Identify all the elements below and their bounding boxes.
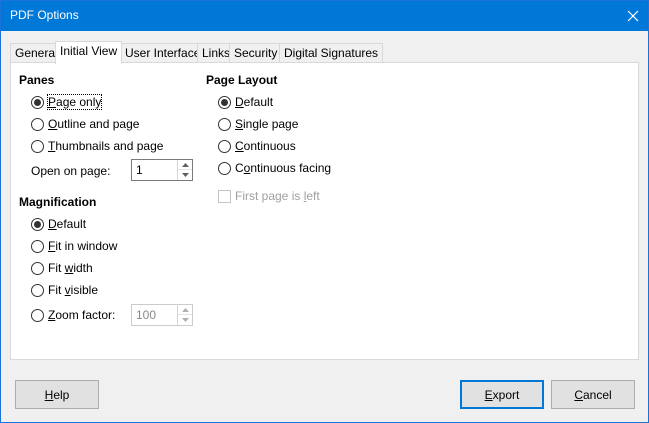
radio-indicator <box>31 308 44 322</box>
radio-indicator <box>31 139 44 153</box>
checkbox-label: First page is left <box>235 189 320 203</box>
tab-digital-signatures[interactable]: Digital Signatures <box>279 43 384 63</box>
radio-indicator <box>218 161 231 175</box>
radio-indicator <box>31 95 44 109</box>
radio-fit-width[interactable]: Fit width <box>31 259 93 277</box>
initial-view-panel: Panes Page only Outline and page Thumbna… <box>10 62 639 360</box>
radio-label: Page only <box>46 94 103 110</box>
radio-continuous[interactable]: Continuous <box>218 137 296 155</box>
open-on-page-label: Open on page: <box>31 164 111 178</box>
radio-label: Default <box>235 95 274 109</box>
radio-indicator <box>31 283 44 297</box>
zoom-factor-value: 100 <box>136 308 157 322</box>
close-icon <box>627 10 639 22</box>
radio-label: Outline and page <box>48 117 140 131</box>
radio-label: Continuous facing <box>235 161 332 175</box>
checkbox-first-page-left: First page is left <box>218 187 320 205</box>
radio-label: Fit in window <box>48 239 118 253</box>
help-button[interactable]: Help <box>15 380 99 409</box>
open-on-page-stepper[interactable]: 1 <box>131 159 193 181</box>
radio-label: Thumbnails and page <box>48 139 164 153</box>
close-button[interactable] <box>618 1 648 31</box>
title-bar: PDF Options <box>1 1 648 31</box>
radio-single-page[interactable]: Single page <box>218 115 298 133</box>
radio-indicator <box>31 217 44 231</box>
chevron-up-icon <box>181 307 189 312</box>
radio-thumbnails-and-page[interactable]: Thumbnails and page <box>31 137 163 155</box>
panes-title: Panes <box>19 73 55 87</box>
radio-label: Default <box>48 217 87 231</box>
window-title: PDF Options <box>10 8 79 22</box>
tab-user-interface[interactable]: User Interface <box>120 43 206 63</box>
radio-indicator <box>31 239 44 253</box>
tab-initial-view[interactable]: Initial View <box>55 41 123 64</box>
spin-down-button <box>178 315 192 325</box>
radio-fit-visible[interactable]: Fit visible <box>31 281 98 299</box>
tab-security[interactable]: Security <box>229 43 283 63</box>
chevron-down-icon <box>181 173 189 177</box>
cancel-button[interactable]: Cancel <box>551 380 635 409</box>
magnification-title: Magnification <box>19 195 97 209</box>
open-on-page-value[interactable]: 1 <box>136 163 143 177</box>
radio-fit-in-window[interactable]: Fit in window <box>31 237 117 255</box>
chevron-down-icon <box>181 318 189 322</box>
radio-continuous-facing[interactable]: Continuous facing <box>218 159 331 177</box>
spin-up-button[interactable] <box>178 160 192 170</box>
pdf-options-dialog: PDF Options General Initial View User In… <box>0 0 649 423</box>
spin-down-button[interactable] <box>178 170 192 180</box>
checkbox-indicator <box>218 189 231 203</box>
radio-indicator <box>31 261 44 275</box>
spin-up-button <box>178 305 192 315</box>
radio-indicator <box>218 139 231 153</box>
chevron-up-icon <box>181 162 189 167</box>
radio-label: Fit visible <box>48 283 99 297</box>
radio-indicator <box>31 117 44 131</box>
radio-page-only[interactable]: Page only <box>31 93 103 111</box>
radio-label: Single page <box>235 117 299 131</box>
radio-magnification-default[interactable]: Default <box>31 215 86 233</box>
radio-outline-and-page[interactable]: Outline and page <box>31 115 139 133</box>
export-button[interactable]: Export <box>460 380 544 409</box>
radio-label: Continuous <box>235 139 296 153</box>
radio-label: Zoom factor: <box>48 308 116 322</box>
page-layout-title: Page Layout <box>206 73 278 87</box>
radio-indicator <box>218 117 231 131</box>
radio-zoom-factor[interactable]: Zoom factor: <box>31 306 115 324</box>
radio-layout-default[interactable]: Default <box>218 93 273 111</box>
radio-label: Fit width <box>48 261 93 275</box>
zoom-factor-stepper: 100 <box>131 304 193 326</box>
radio-indicator <box>218 95 231 109</box>
